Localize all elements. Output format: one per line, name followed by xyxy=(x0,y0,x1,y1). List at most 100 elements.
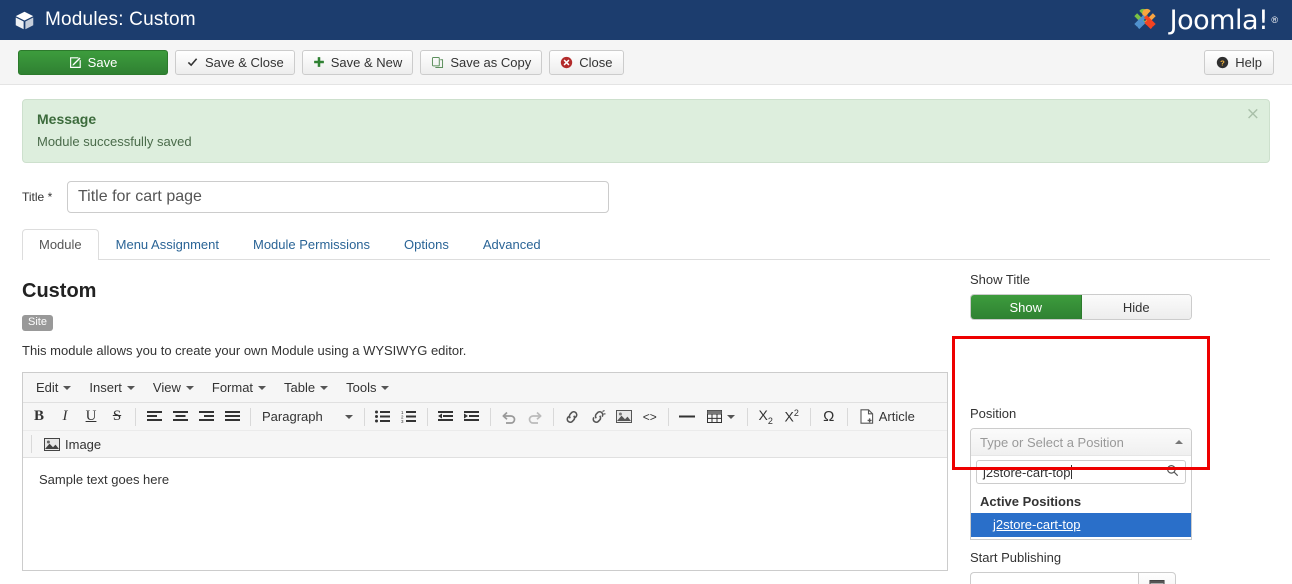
header-brand-left: Modules: Custom xyxy=(0,9,196,31)
chevron-down-icon xyxy=(185,385,194,390)
bullet-list-icon[interactable] xyxy=(370,405,396,429)
insert-image-button[interactable]: Image xyxy=(37,432,108,456)
insert-article-button[interactable]: Article xyxy=(853,405,922,429)
format-select[interactable]: Paragraph xyxy=(256,405,359,429)
show-title-field: Show Title Show Hide xyxy=(970,272,1270,320)
joomla-registered-mark: ® xyxy=(1271,15,1278,25)
start-publishing-input[interactable] xyxy=(970,572,1138,584)
tab-options[interactable]: Options xyxy=(387,229,466,260)
horizontal-rule-icon[interactable] xyxy=(674,405,700,429)
save-pencil-icon xyxy=(69,56,82,69)
save-and-close-button[interactable]: Save & Close xyxy=(175,49,295,75)
indent-icon[interactable] xyxy=(459,405,485,429)
content-area: Custom Site This module allows you to cr… xyxy=(0,260,1292,584)
title-label-text: Title xyxy=(22,190,45,204)
source-code-icon[interactable]: <> xyxy=(637,405,663,429)
position-search-wrapper: j2store-cart-top xyxy=(971,455,1191,489)
start-publishing-label: Start Publishing xyxy=(970,550,1062,565)
tab-module-permissions[interactable]: Module Permissions xyxy=(236,229,387,260)
editor-menu-tools[interactable]: Tools xyxy=(337,376,398,399)
editor-menu-format[interactable]: Format xyxy=(203,376,275,399)
subscript-icon[interactable]: X2 xyxy=(753,405,779,429)
italic-icon[interactable]: I xyxy=(52,405,78,429)
toolbar-divider xyxy=(135,407,136,426)
save-as-copy-label: Save as Copy xyxy=(450,54,532,70)
tab-menu-assignment[interactable]: Menu Assignment xyxy=(99,229,236,260)
close-icon[interactable]: × xyxy=(1246,106,1260,123)
save-and-new-label: Save & New xyxy=(330,54,403,70)
toolbar-divider xyxy=(746,407,748,426)
redo-icon[interactable] xyxy=(522,405,548,429)
show-title-hide-option[interactable]: Hide xyxy=(1081,295,1191,319)
start-publishing-row xyxy=(970,572,1270,584)
page-title: Modules: Custom xyxy=(45,9,196,30)
position-results-list: Active Positions j2store-cart-top xyxy=(971,489,1191,539)
editor-toolbar-row-2: Image xyxy=(23,431,947,458)
save-and-close-label: Save & Close xyxy=(205,54,284,70)
calendar-icon xyxy=(1149,578,1165,584)
close-button-label: Close xyxy=(579,54,613,70)
message-wrapper: Message Module successfully saved × xyxy=(0,85,1292,163)
insert-article-label: Article xyxy=(878,409,915,424)
position-field: Position Type or Select a Position j2sto… xyxy=(970,406,1270,540)
position-dropdown-toggle[interactable]: Type or Select a Position xyxy=(971,429,1191,455)
toolbar-divider xyxy=(809,407,811,426)
help-button[interactable]: ? Help xyxy=(1204,49,1274,75)
position-group-label: Active Positions xyxy=(980,494,1082,509)
numbered-list-icon[interactable]: 123 xyxy=(396,405,422,429)
special-character-icon[interactable]: Ω xyxy=(816,405,842,429)
link-icon[interactable] xyxy=(559,405,585,429)
align-right-icon[interactable] xyxy=(193,405,219,429)
strikethrough-icon[interactable]: S xyxy=(104,405,130,429)
message-title: Message xyxy=(37,111,97,127)
editor-menu-edit[interactable]: Edit xyxy=(27,376,80,399)
editor-content-text: Sample text goes here xyxy=(39,472,170,487)
editor-menu-insert[interactable]: Insert xyxy=(80,376,144,399)
editor-menu-tools-label: Tools xyxy=(346,380,377,395)
save-as-copy-button[interactable]: Save as Copy xyxy=(420,49,543,75)
tab-module[interactable]: Module xyxy=(22,229,99,260)
position-option-j2store-cart-top[interactable]: j2store-cart-top xyxy=(971,513,1191,537)
start-publishing-calendar-button[interactable] xyxy=(1138,572,1176,584)
editor-menu-view[interactable]: View xyxy=(144,376,203,399)
underline-icon[interactable]: U xyxy=(78,405,104,429)
action-toolbar: Save Save & Close Save & New Save as Cop… xyxy=(0,40,1292,85)
align-justify-icon[interactable] xyxy=(219,405,245,429)
editor-menu-table[interactable]: Table xyxy=(275,376,337,399)
bold-icon[interactable]: B xyxy=(26,405,52,429)
image-icon[interactable] xyxy=(611,405,637,429)
toolbar-divider xyxy=(363,407,365,426)
editor-menu-view-label: View xyxy=(152,380,181,395)
app-header: Modules: Custom Joomla! ® xyxy=(0,0,1292,40)
editor-content-area[interactable]: Sample text goes here xyxy=(23,458,947,570)
text-cursor xyxy=(1071,465,1073,479)
editor-menu-format-label: Format xyxy=(211,380,254,395)
position-search-input[interactable]: j2store-cart-top xyxy=(976,460,1186,484)
chevron-down-icon xyxy=(726,414,735,419)
show-title-toggle: Show Hide xyxy=(970,294,1192,320)
unlink-icon[interactable] xyxy=(585,405,611,429)
show-title-label: Show Title xyxy=(970,272,1030,287)
align-center-icon[interactable] xyxy=(167,405,193,429)
title-input[interactable] xyxy=(67,181,609,213)
toolbar-divider xyxy=(667,407,669,426)
module-heading: Custom xyxy=(22,280,97,302)
save-button[interactable]: Save xyxy=(18,49,168,75)
joomla-wordmark: Joomla! xyxy=(1169,4,1269,36)
system-message: Message Module successfully saved × xyxy=(22,99,1270,163)
align-left-icon[interactable] xyxy=(141,405,167,429)
undo-icon[interactable] xyxy=(496,405,522,429)
help-button-label: Help xyxy=(1235,54,1262,70)
outdent-icon[interactable] xyxy=(433,405,459,429)
close-button[interactable]: Close xyxy=(549,49,624,75)
superscript-icon[interactable]: X2 xyxy=(779,405,805,429)
position-label: Position xyxy=(970,406,1017,421)
tab-advanced[interactable]: Advanced xyxy=(466,229,558,260)
editor-toolbar-row-1: B I U S Paragraph 1 2 3 <> X2 X2 Ω Artic… xyxy=(23,403,947,431)
cancel-circle-icon xyxy=(560,56,573,69)
toolbar-divider xyxy=(552,407,554,426)
show-title-show-option[interactable]: Show xyxy=(971,295,1082,319)
table-icon[interactable] xyxy=(700,405,742,429)
copy-icon xyxy=(431,56,444,69)
save-and-new-button[interactable]: Save & New xyxy=(301,49,414,75)
